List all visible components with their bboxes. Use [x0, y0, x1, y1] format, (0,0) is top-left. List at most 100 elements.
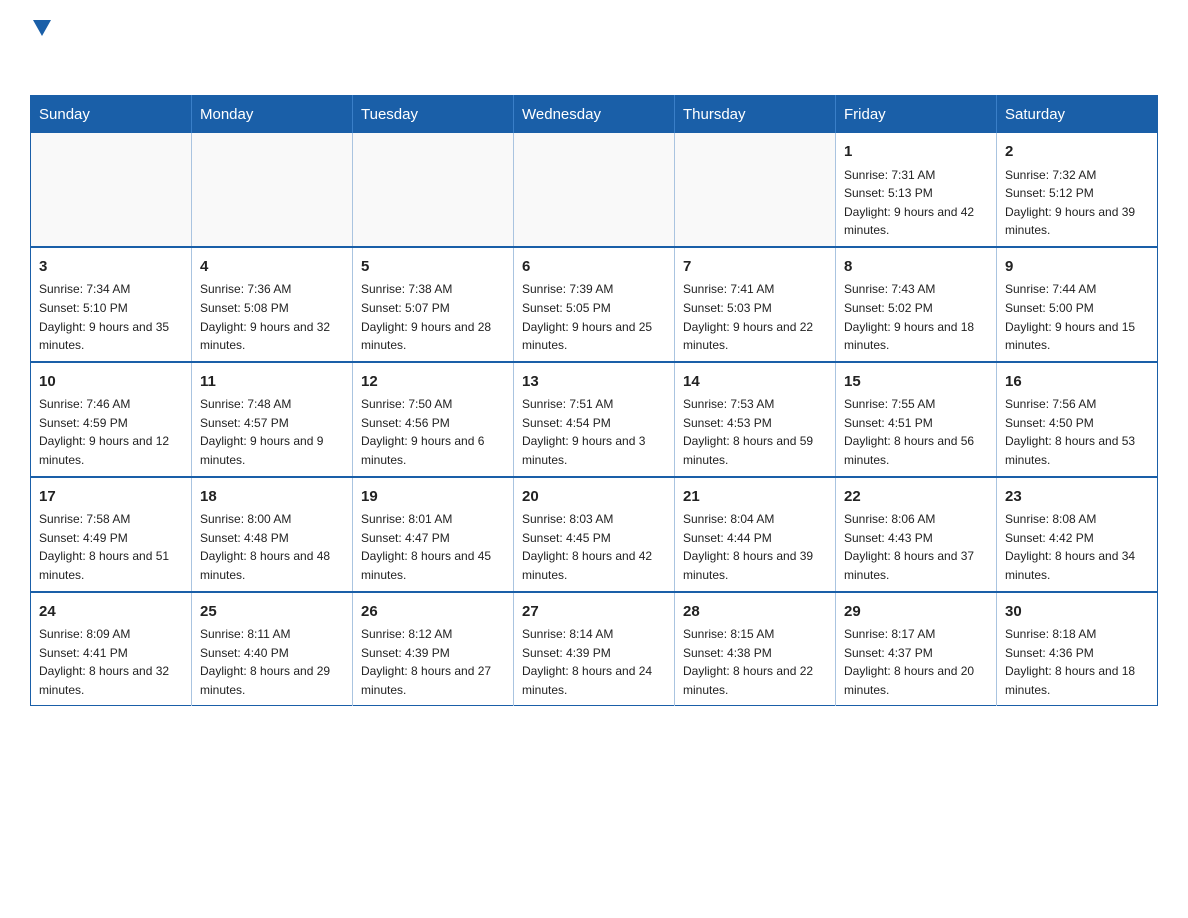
day-number: 20: [522, 486, 666, 509]
day-info: Sunrise: 8:06 AMSunset: 4:43 PMDaylight:…: [844, 510, 988, 584]
day-number: 8: [844, 256, 988, 279]
calendar-cell: 16Sunrise: 7:56 AMSunset: 4:50 PMDayligh…: [997, 362, 1158, 477]
calendar-cell: 3Sunrise: 7:34 AMSunset: 5:10 PMDaylight…: [31, 247, 192, 362]
day-info: Sunrise: 7:41 AMSunset: 5:03 PMDaylight:…: [683, 280, 827, 354]
day-number: 11: [200, 371, 344, 394]
logo: [30, 20, 51, 75]
day-info: Sunrise: 8:08 AMSunset: 4:42 PMDaylight:…: [1005, 510, 1149, 584]
day-info: Sunrise: 8:04 AMSunset: 4:44 PMDaylight:…: [683, 510, 827, 584]
calendar-cell: 24Sunrise: 8:09 AMSunset: 4:41 PMDayligh…: [31, 592, 192, 706]
day-number: 23: [1005, 486, 1149, 509]
day-number: 2: [1005, 141, 1149, 164]
calendar-cell: 5Sunrise: 7:38 AMSunset: 5:07 PMDaylight…: [353, 247, 514, 362]
calendar-cell: [31, 133, 192, 247]
day-info: Sunrise: 7:46 AMSunset: 4:59 PMDaylight:…: [39, 395, 183, 469]
day-number: 13: [522, 371, 666, 394]
column-header-friday: Friday: [836, 96, 997, 134]
day-number: 7: [683, 256, 827, 279]
calendar-cell: [675, 133, 836, 247]
calendar-cell: 2Sunrise: 7:32 AMSunset: 5:12 PMDaylight…: [997, 133, 1158, 247]
column-header-monday: Monday: [192, 96, 353, 134]
calendar-cell: 9Sunrise: 7:44 AMSunset: 5:00 PMDaylight…: [997, 247, 1158, 362]
calendar-cell: 19Sunrise: 8:01 AMSunset: 4:47 PMDayligh…: [353, 477, 514, 592]
calendar-cell: 1Sunrise: 7:31 AMSunset: 5:13 PMDaylight…: [836, 133, 997, 247]
calendar-cell: 20Sunrise: 8:03 AMSunset: 4:45 PMDayligh…: [514, 477, 675, 592]
day-number: 29: [844, 601, 988, 624]
day-info: Sunrise: 8:09 AMSunset: 4:41 PMDaylight:…: [39, 625, 183, 699]
day-info: Sunrise: 7:39 AMSunset: 5:05 PMDaylight:…: [522, 280, 666, 354]
logo-triangle-icon: [33, 20, 51, 41]
day-info: Sunrise: 7:31 AMSunset: 5:13 PMDaylight:…: [844, 166, 988, 240]
day-number: 5: [361, 256, 505, 279]
day-info: Sunrise: 7:53 AMSunset: 4:53 PMDaylight:…: [683, 395, 827, 469]
day-number: 25: [200, 601, 344, 624]
day-number: 30: [1005, 601, 1149, 624]
calendar-header-row: SundayMondayTuesdayWednesdayThursdayFrid…: [31, 96, 1158, 134]
day-number: 10: [39, 371, 183, 394]
calendar-cell: 26Sunrise: 8:12 AMSunset: 4:39 PMDayligh…: [353, 592, 514, 706]
day-number: 9: [1005, 256, 1149, 279]
page-header: [30, 20, 1158, 75]
day-info: Sunrise: 7:55 AMSunset: 4:51 PMDaylight:…: [844, 395, 988, 469]
day-info: Sunrise: 7:32 AMSunset: 5:12 PMDaylight:…: [1005, 166, 1149, 240]
calendar-cell: 14Sunrise: 7:53 AMSunset: 4:53 PMDayligh…: [675, 362, 836, 477]
day-info: Sunrise: 8:03 AMSunset: 4:45 PMDaylight:…: [522, 510, 666, 584]
day-number: 19: [361, 486, 505, 509]
calendar-cell: 15Sunrise: 7:55 AMSunset: 4:51 PMDayligh…: [836, 362, 997, 477]
calendar-cell: 22Sunrise: 8:06 AMSunset: 4:43 PMDayligh…: [836, 477, 997, 592]
day-number: 17: [39, 486, 183, 509]
day-info: Sunrise: 8:17 AMSunset: 4:37 PMDaylight:…: [844, 625, 988, 699]
column-header-saturday: Saturday: [997, 96, 1158, 134]
calendar-cell: [192, 133, 353, 247]
calendar-week-row: 17Sunrise: 7:58 AMSunset: 4:49 PMDayligh…: [31, 477, 1158, 592]
day-number: 28: [683, 601, 827, 624]
calendar-week-row: 1Sunrise: 7:31 AMSunset: 5:13 PMDaylight…: [31, 133, 1158, 247]
day-info: Sunrise: 7:38 AMSunset: 5:07 PMDaylight:…: [361, 280, 505, 354]
calendar-cell: 27Sunrise: 8:14 AMSunset: 4:39 PMDayligh…: [514, 592, 675, 706]
calendar-cell: 4Sunrise: 7:36 AMSunset: 5:08 PMDaylight…: [192, 247, 353, 362]
calendar-cell: 29Sunrise: 8:17 AMSunset: 4:37 PMDayligh…: [836, 592, 997, 706]
column-header-wednesday: Wednesday: [514, 96, 675, 134]
day-number: 6: [522, 256, 666, 279]
calendar-cell: 6Sunrise: 7:39 AMSunset: 5:05 PMDaylight…: [514, 247, 675, 362]
calendar-week-row: 10Sunrise: 7:46 AMSunset: 4:59 PMDayligh…: [31, 362, 1158, 477]
day-number: 14: [683, 371, 827, 394]
day-info: Sunrise: 7:34 AMSunset: 5:10 PMDaylight:…: [39, 280, 183, 354]
calendar-cell: 23Sunrise: 8:08 AMSunset: 4:42 PMDayligh…: [997, 477, 1158, 592]
day-info: Sunrise: 8:12 AMSunset: 4:39 PMDaylight:…: [361, 625, 505, 699]
column-header-thursday: Thursday: [675, 96, 836, 134]
day-info: Sunrise: 8:18 AMSunset: 4:36 PMDaylight:…: [1005, 625, 1149, 699]
day-number: 26: [361, 601, 505, 624]
day-info: Sunrise: 8:11 AMSunset: 4:40 PMDaylight:…: [200, 625, 344, 699]
calendar-cell: 13Sunrise: 7:51 AMSunset: 4:54 PMDayligh…: [514, 362, 675, 477]
day-info: Sunrise: 8:14 AMSunset: 4:39 PMDaylight:…: [522, 625, 666, 699]
calendar-cell: 25Sunrise: 8:11 AMSunset: 4:40 PMDayligh…: [192, 592, 353, 706]
day-info: Sunrise: 7:50 AMSunset: 4:56 PMDaylight:…: [361, 395, 505, 469]
day-number: 4: [200, 256, 344, 279]
calendar-cell: 11Sunrise: 7:48 AMSunset: 4:57 PMDayligh…: [192, 362, 353, 477]
day-info: Sunrise: 8:15 AMSunset: 4:38 PMDaylight:…: [683, 625, 827, 699]
calendar-table: SundayMondayTuesdayWednesdayThursdayFrid…: [30, 95, 1158, 706]
calendar-week-row: 24Sunrise: 8:09 AMSunset: 4:41 PMDayligh…: [31, 592, 1158, 706]
day-number: 1: [844, 141, 988, 164]
calendar-week-row: 3Sunrise: 7:34 AMSunset: 5:10 PMDaylight…: [31, 247, 1158, 362]
day-number: 15: [844, 371, 988, 394]
day-number: 27: [522, 601, 666, 624]
day-info: Sunrise: 8:00 AMSunset: 4:48 PMDaylight:…: [200, 510, 344, 584]
day-number: 18: [200, 486, 344, 509]
calendar-cell: 17Sunrise: 7:58 AMSunset: 4:49 PMDayligh…: [31, 477, 192, 592]
calendar-cell: 21Sunrise: 8:04 AMSunset: 4:44 PMDayligh…: [675, 477, 836, 592]
day-info: Sunrise: 7:58 AMSunset: 4:49 PMDaylight:…: [39, 510, 183, 584]
calendar-cell: [353, 133, 514, 247]
calendar-cell: 18Sunrise: 8:00 AMSunset: 4:48 PMDayligh…: [192, 477, 353, 592]
calendar-cell: 7Sunrise: 7:41 AMSunset: 5:03 PMDaylight…: [675, 247, 836, 362]
column-header-sunday: Sunday: [31, 96, 192, 134]
day-number: 24: [39, 601, 183, 624]
day-number: 16: [1005, 371, 1149, 394]
calendar-cell: 8Sunrise: 7:43 AMSunset: 5:02 PMDaylight…: [836, 247, 997, 362]
day-number: 3: [39, 256, 183, 279]
day-info: Sunrise: 7:43 AMSunset: 5:02 PMDaylight:…: [844, 280, 988, 354]
day-number: 22: [844, 486, 988, 509]
day-number: 12: [361, 371, 505, 394]
day-info: Sunrise: 8:01 AMSunset: 4:47 PMDaylight:…: [361, 510, 505, 584]
